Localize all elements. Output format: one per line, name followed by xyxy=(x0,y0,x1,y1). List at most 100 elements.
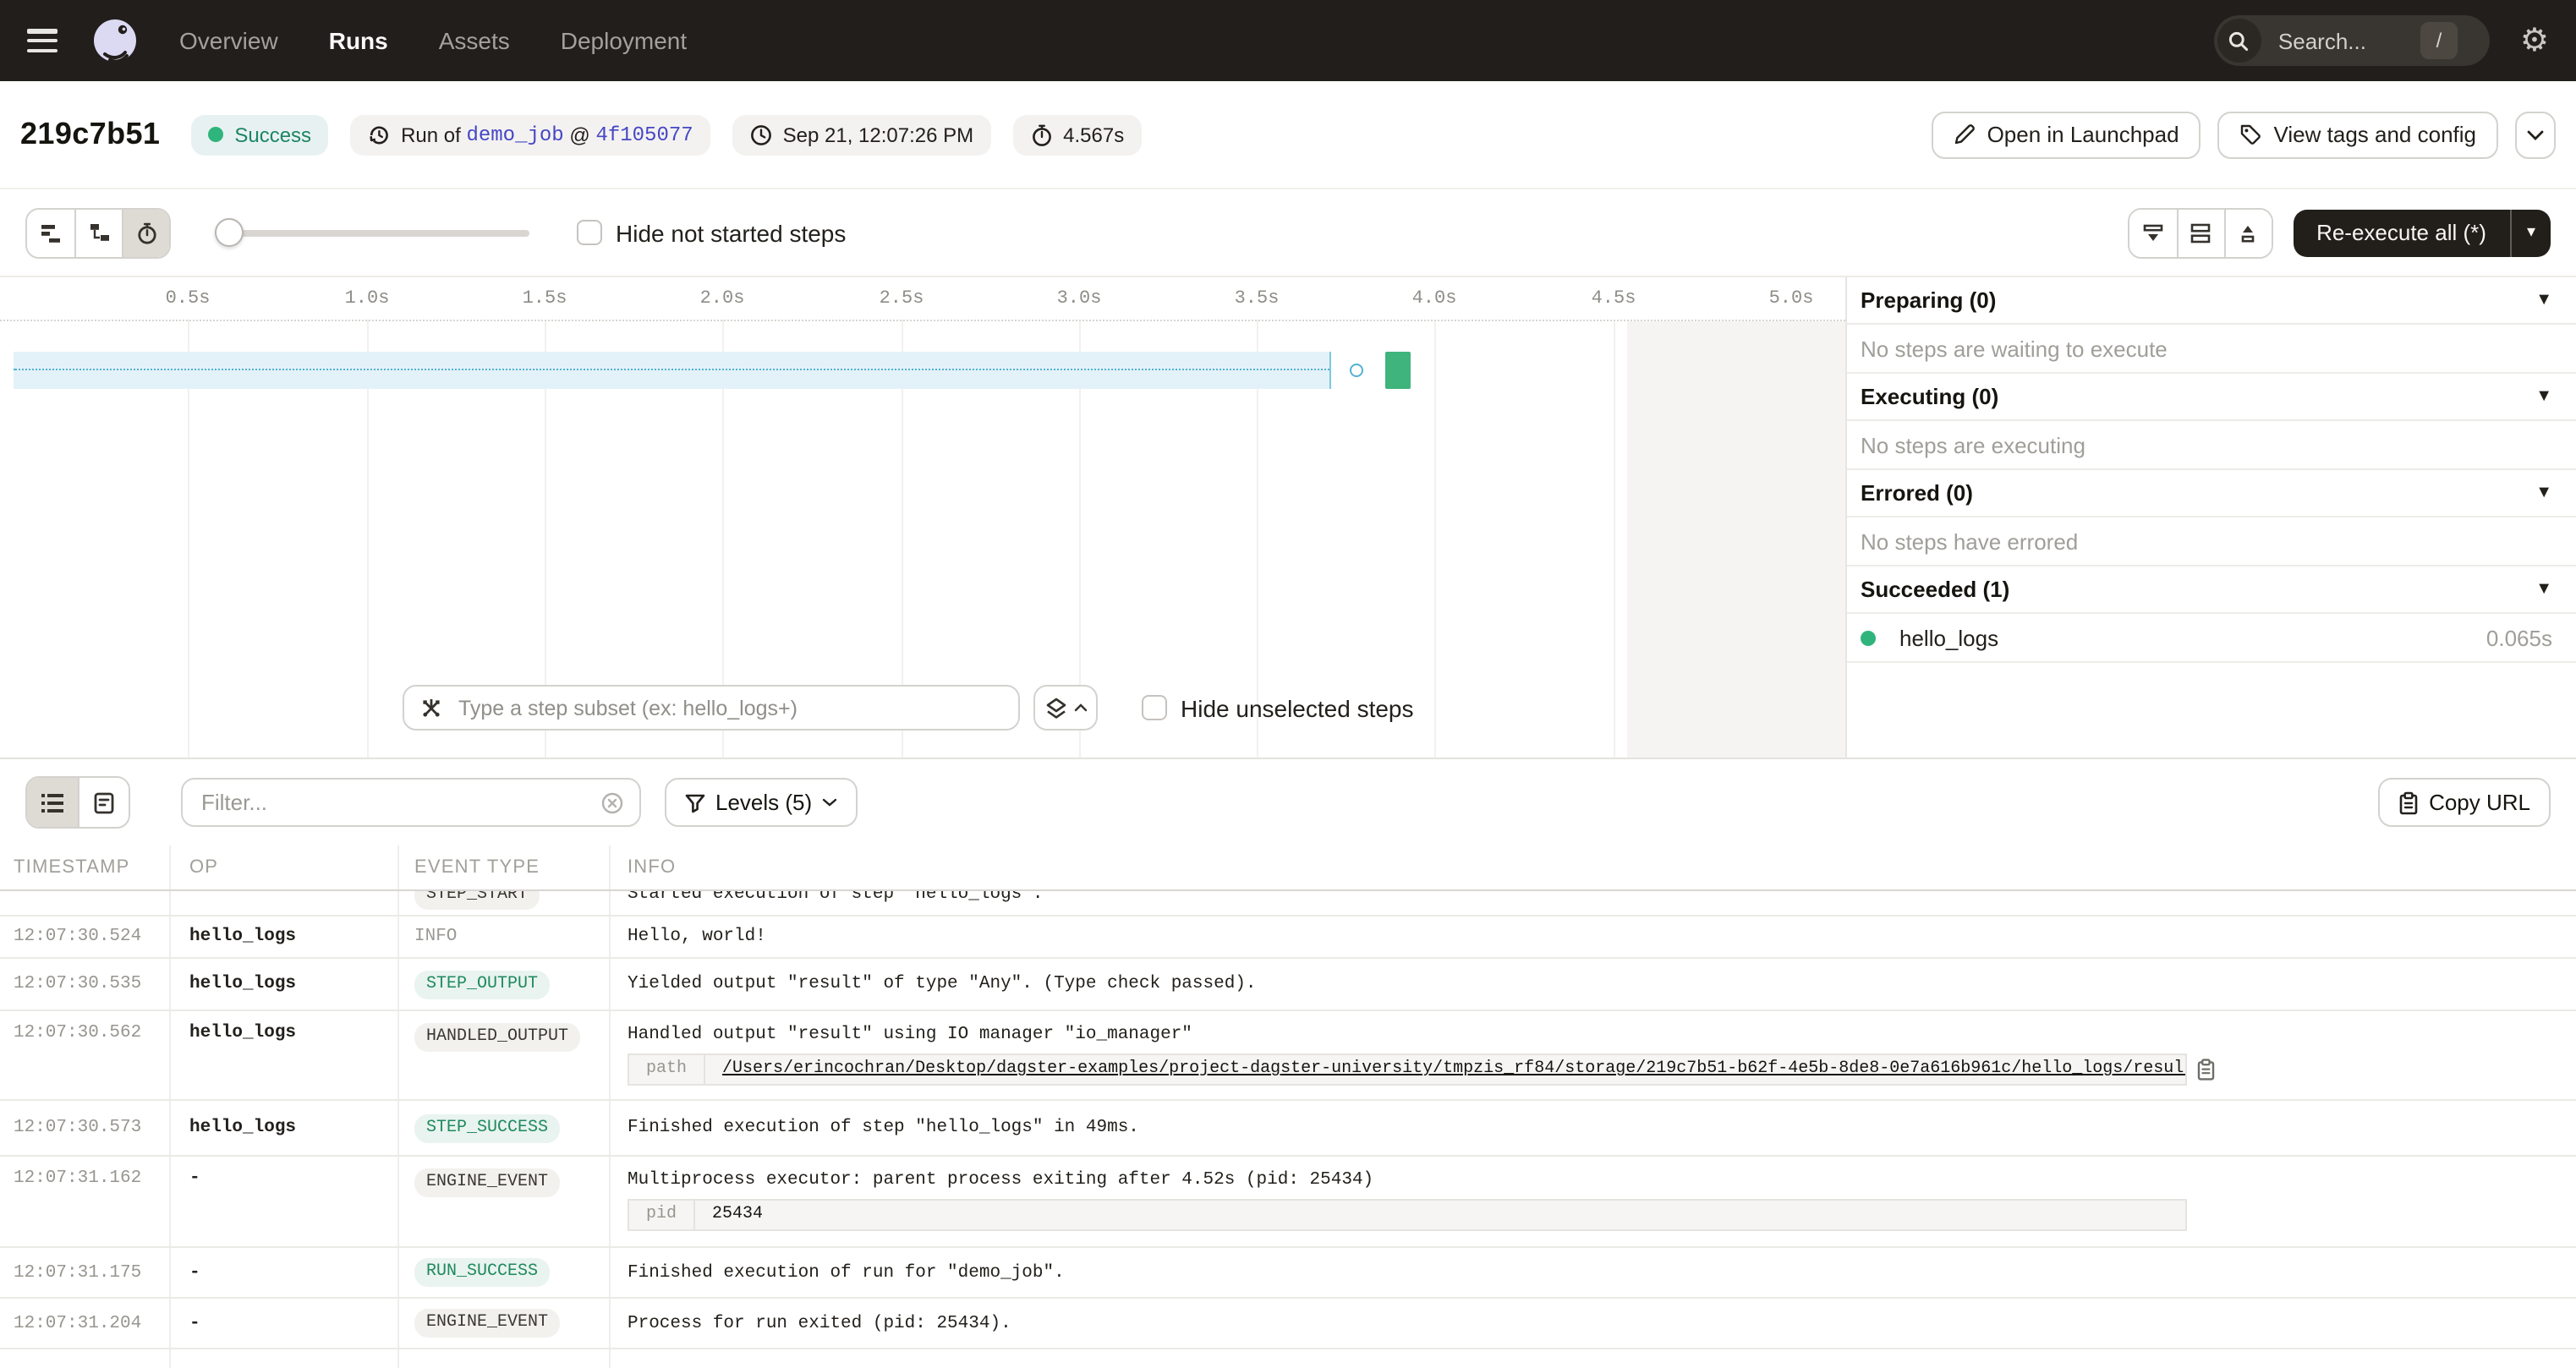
gantt-zoom-slider[interactable] xyxy=(215,218,529,247)
log-info-text: Process for run exited (pid: 25434). xyxy=(609,1313,2576,1333)
nav-item-deployment[interactable]: Deployment xyxy=(561,27,687,54)
clear-filter-icon[interactable] xyxy=(600,791,624,814)
reexecute-all-button[interactable]: Re-execute all (*) xyxy=(2293,209,2510,256)
metadata-key: pid xyxy=(629,1201,695,1229)
copy-url-button[interactable]: Copy URL xyxy=(2378,778,2551,827)
log-structured-view-button[interactable] xyxy=(78,778,129,827)
log-info-text: Started execution of step "hello_logs". xyxy=(628,891,1044,905)
log-filter-input[interactable] xyxy=(198,788,600,817)
log-op: - xyxy=(169,1313,397,1333)
run-logs-section: Levels (5) Copy URL TIMESTAMP OP EVENT T… xyxy=(0,759,2576,1368)
gantt-step-bar-hello-logs[interactable] xyxy=(1385,352,1411,389)
run-duration: 4.567s xyxy=(1012,114,1141,155)
run-gantt-section: 0.5s 1.0s 1.5s 2.0s 2.5s 3.0s 3.5s 4.0s … xyxy=(0,277,2576,759)
snapshot-id-link[interactable]: 4f105077 xyxy=(595,123,693,146)
gantt-toolbar: Hide not started steps Re-execute all (*… xyxy=(0,189,2576,277)
slider-thumb[interactable] xyxy=(215,218,244,247)
nav-item-assets[interactable]: Assets xyxy=(439,27,510,54)
log-op: hello_logs xyxy=(169,974,397,994)
log-info-text: Handled output "result" using IO manager… xyxy=(628,1025,1192,1045)
log-toolbar: Levels (5) Copy URL xyxy=(0,759,2576,845)
reexecute-options-chevron[interactable]: ▾ xyxy=(2510,209,2551,256)
list-icon xyxy=(41,792,64,813)
step-subset-input[interactable] xyxy=(455,694,1003,721)
log-row-run-success[interactable]: 12:07:31.175 - RUN_SUCCESS Finished exec… xyxy=(0,1248,2576,1299)
expand-bottom-panel-button[interactable] xyxy=(2223,209,2271,256)
run-actions-chevron-button[interactable] xyxy=(2515,111,2556,158)
log-row-step-output[interactable]: 12:07:30.535 hello_logs STEP_OUTPUT Yiel… xyxy=(0,959,2576,1011)
hide-unselected-checkbox[interactable] xyxy=(1142,695,1167,720)
step-status-panel: Preparing (0)▼ No steps are waiting to e… xyxy=(1845,277,2576,758)
log-row-engine-event[interactable]: 12:07:31.204 - ENGINE_EVENT Process for … xyxy=(0,1299,2576,1349)
col-op: OP xyxy=(169,857,397,878)
event-type-badge: STEP_SUCCESS xyxy=(414,1114,560,1142)
split-panels-button[interactable] xyxy=(2176,209,2223,256)
panel-section-errored[interactable]: Errored (0)▼ xyxy=(1847,470,2576,517)
gantt-flat-view-button[interactable] xyxy=(27,209,74,256)
succeeded-step-row[interactable]: hello_logs 0.065s xyxy=(1847,614,2576,663)
log-row-step-success[interactable]: 12:07:30.573 hello_logs STEP_SUCCESS Fin… xyxy=(0,1101,2576,1157)
view-tags-config-button[interactable]: View tags and config xyxy=(2218,111,2498,158)
log-row-step-start[interactable]: STEP_START Started execution of step "he… xyxy=(0,891,2576,917)
clock-icon xyxy=(749,123,773,146)
section-caret-icon: ▼ xyxy=(2535,291,2552,309)
search-input[interactable] xyxy=(2275,26,2417,55)
eject-up-icon xyxy=(2236,221,2260,244)
graph-query-toggle-button[interactable] xyxy=(1033,685,1098,731)
panel-section-succeeded[interactable]: Succeeded (1)▼ xyxy=(1847,566,2576,614)
run-header: 219c7b51 Success Run of demo_job @ 4f105… xyxy=(0,81,2576,189)
nav-item-overview[interactable]: Overview xyxy=(179,27,278,54)
gantt-timed-view-button[interactable] xyxy=(122,209,169,256)
layers-icon xyxy=(1044,696,1066,720)
global-search[interactable]: / xyxy=(2214,15,2490,66)
copy-path-icon[interactable] xyxy=(2197,1059,2216,1081)
hamburger-menu-icon[interactable] xyxy=(27,29,58,52)
log-info-text: Yielded output "result" of type "Any". (… xyxy=(609,974,2576,994)
log-list-view-button[interactable] xyxy=(27,778,78,827)
hide-not-started-label: Hide not started steps xyxy=(616,219,846,246)
log-filter-field[interactable] xyxy=(181,778,641,827)
hide-unselected-label: Hide unselected steps xyxy=(1181,694,1414,721)
log-rows: STEP_START Started execution of step "he… xyxy=(0,891,2576,1368)
panel-section-executing[interactable]: Executing (0)▼ xyxy=(1847,374,2576,421)
log-op: - xyxy=(169,1157,397,1189)
panel-empty-text: No steps are waiting to execute xyxy=(1847,325,2576,374)
log-row-engine-event[interactable]: 12:07:31.162 - ENGINE_EVENT Multiprocess… xyxy=(0,1157,2576,1248)
event-type-badge: ENGINE_EVENT xyxy=(414,1168,560,1197)
log-info-text: Finished execution of step "hello_logs" … xyxy=(609,1118,2576,1138)
panel-empty-text: No steps have errored xyxy=(1847,517,2576,566)
log-timestamp: 12:07:30.562 xyxy=(0,1011,169,1043)
section-caret-icon: ▼ xyxy=(2535,580,2552,599)
log-row-info[interactable]: 12:07:30.524 hello_logs INFO Hello, worl… xyxy=(0,917,2576,959)
log-row-handled-output[interactable]: 12:07:30.562 hello_logs HANDLED_OUTPUT H… xyxy=(0,1011,2576,1101)
gantt-waterfall-view-button[interactable] xyxy=(74,209,122,256)
status-dot-icon xyxy=(207,127,222,142)
axis-tick: 0.5s xyxy=(151,289,225,309)
step-success-dot-icon xyxy=(1861,630,1876,645)
hide-not-started-checkbox[interactable] xyxy=(577,220,602,245)
waiting-dotted-line xyxy=(14,369,1329,370)
axis-tick: 4.0s xyxy=(1397,289,1472,309)
step-subset-field[interactable] xyxy=(403,685,1020,731)
slider-track xyxy=(215,230,529,237)
axis-baseline xyxy=(0,320,1845,321)
step-subset-bar: Hide unselected steps xyxy=(403,685,1414,731)
run-id-title: 219c7b51 xyxy=(20,117,160,152)
pencil-icon xyxy=(1954,123,1976,145)
log-levels-dropdown[interactable]: Levels (5) xyxy=(665,778,858,827)
settings-gear-icon[interactable]: ⚙ xyxy=(2520,25,2549,57)
step-name: hello_logs xyxy=(1899,625,2486,650)
search-shortcut-key: / xyxy=(2420,22,2458,59)
job-name-link[interactable]: demo_job xyxy=(466,123,563,146)
top-nav: Overview Runs Assets Deployment / ⚙ xyxy=(0,0,2576,81)
panel-section-preparing[interactable]: Preparing (0)▼ xyxy=(1847,277,2576,325)
gantt-view-mode-group xyxy=(25,207,171,258)
path-link[interactable]: /Users/erincochran/Desktop/dagster-examp… xyxy=(722,1060,2185,1079)
collapse-bottom-panel-button[interactable] xyxy=(2129,209,2176,256)
log-table-header: TIMESTAMP OP EVENT TYPE INFO xyxy=(0,845,2576,891)
open-in-launchpad-button[interactable]: Open in Launchpad xyxy=(1932,111,2201,158)
nav-item-runs[interactable]: Runs xyxy=(329,27,388,54)
dagster-logo-icon[interactable] xyxy=(88,14,142,68)
flat-list-icon xyxy=(39,221,63,244)
event-type-badge: STEP_START xyxy=(414,891,540,910)
